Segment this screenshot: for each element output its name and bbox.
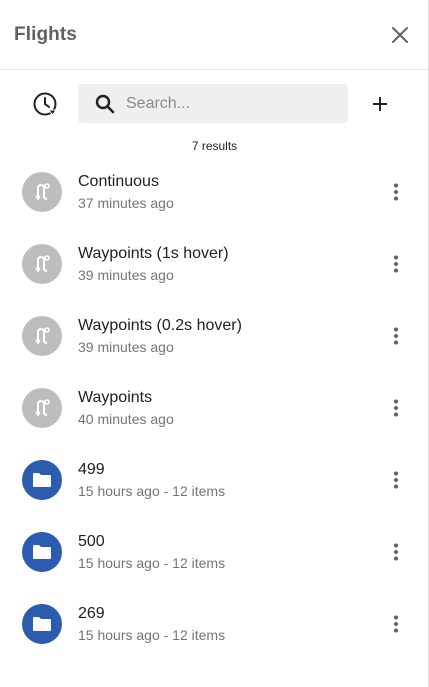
more-options-button[interactable]	[384, 396, 408, 420]
history-icon	[33, 92, 57, 116]
folder-icon	[22, 460, 62, 500]
list-item[interactable]: Continuous 37 minutes ago	[0, 156, 429, 228]
more-vert-icon	[394, 399, 398, 417]
history-button[interactable]	[31, 90, 59, 118]
item-subtitle: 15 hours ago - 12 items	[78, 555, 226, 571]
folder-icon	[22, 532, 62, 572]
item-subtitle: 39 minutes ago	[78, 339, 174, 355]
panel-header: Flights	[0, 0, 428, 70]
close-button[interactable]	[386, 21, 414, 49]
more-vert-icon	[394, 615, 398, 633]
item-title: 269	[78, 605, 105, 622]
more-vert-icon	[394, 183, 398, 201]
flight-list: Continuous 37 minutes ago Waypoints (1s …	[0, 156, 429, 660]
item-subtitle: 15 hours ago - 12 items	[78, 627, 226, 643]
more-options-button[interactable]	[384, 180, 408, 204]
more-vert-icon	[394, 543, 398, 561]
route-icon	[22, 172, 62, 212]
toolbar	[0, 84, 429, 123]
item-subtitle: 15 hours ago - 12 items	[78, 483, 226, 499]
route-icon	[22, 316, 62, 356]
more-options-button[interactable]	[384, 252, 408, 276]
search-input[interactable]	[126, 84, 336, 123]
list-item[interactable]: 500 15 hours ago - 12 items	[0, 516, 429, 588]
folder-icon	[22, 604, 62, 644]
plus-icon	[373, 97, 387, 111]
panel-title: Flights	[14, 23, 77, 45]
more-options-button[interactable]	[384, 540, 408, 564]
flights-panel: Flights 7 results	[0, 0, 429, 687]
list-item[interactable]: Waypoints (1s hover) 39 minutes ago	[0, 228, 429, 300]
more-vert-icon	[394, 471, 398, 489]
item-title: Waypoints	[78, 389, 153, 406]
close-icon	[392, 26, 408, 43]
list-item[interactable]: Waypoints 40 minutes ago	[0, 372, 429, 444]
item-subtitle: 40 minutes ago	[78, 411, 174, 427]
more-options-button[interactable]	[384, 612, 408, 636]
more-vert-icon	[394, 327, 398, 345]
list-item[interactable]: Waypoints (0.2s hover) 39 minutes ago	[0, 300, 429, 372]
search-box[interactable]	[78, 84, 348, 123]
more-vert-icon	[394, 255, 398, 273]
list-item[interactable]: 499 15 hours ago - 12 items	[0, 444, 429, 516]
item-title: Continuous	[78, 173, 159, 190]
item-title: 499	[78, 461, 105, 478]
more-options-button[interactable]	[384, 324, 408, 348]
item-title: Waypoints (1s hover)	[78, 245, 229, 262]
item-subtitle: 39 minutes ago	[78, 267, 174, 283]
add-button[interactable]	[366, 90, 394, 118]
list-item[interactable]: 269 15 hours ago - 12 items	[0, 588, 429, 660]
result-count: 7 results	[191, 139, 238, 153]
item-subtitle: 37 minutes ago	[78, 195, 174, 211]
route-icon	[22, 244, 62, 284]
search-icon	[95, 94, 115, 114]
route-icon	[22, 388, 62, 428]
item-title: 500	[78, 533, 105, 550]
item-title: Waypoints (0.2s hover)	[78, 317, 242, 334]
more-options-button[interactable]	[384, 468, 408, 492]
